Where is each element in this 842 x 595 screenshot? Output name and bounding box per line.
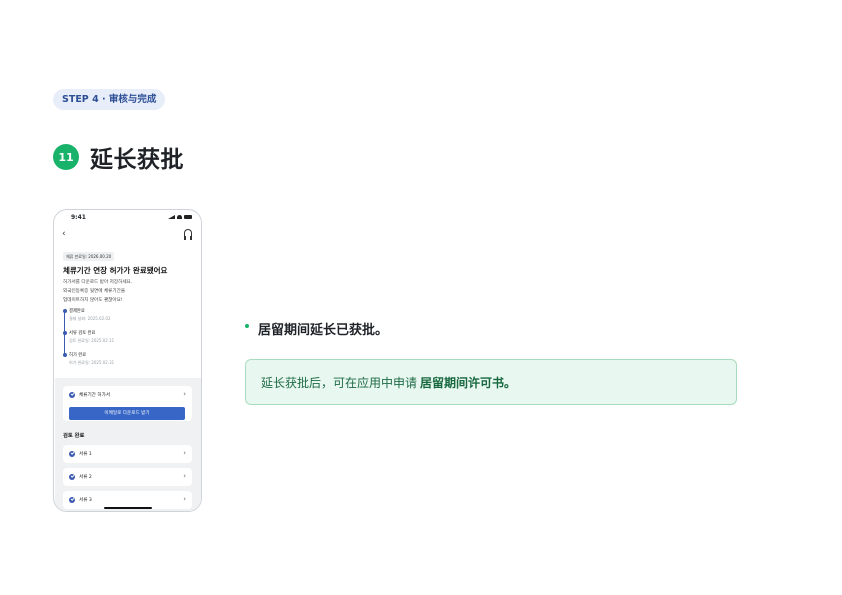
document-row[interactable]: 서류 2 › xyxy=(63,468,192,486)
headset-icon[interactable] xyxy=(184,229,192,240)
timeline-label: 결제완료 xyxy=(69,309,85,314)
permit-card[interactable]: 체류기간 허가서 › 이메일로 다운로드 받기 xyxy=(63,386,192,421)
wifi-icon xyxy=(177,215,182,219)
desc-line: 외국인등록증 뒷면에 체류기간을 xyxy=(63,289,126,294)
chevron-right-icon: › xyxy=(183,390,186,398)
email-download-button[interactable]: 이메일로 다운로드 받기 xyxy=(69,407,185,420)
info-callout: 延长获批后，可在应用中申请 居留期间许可书。 xyxy=(245,359,737,405)
bullet-point: 居留期间延长已获批。 xyxy=(245,320,389,338)
expiry-date-chip: 체류 만료일: 2026.00.20 xyxy=(63,252,115,261)
timeline-label: 서류 검토 완료 xyxy=(69,331,96,336)
document-row[interactable]: 서류 1 › xyxy=(63,445,192,463)
check-icon xyxy=(69,451,75,457)
check-icon xyxy=(69,474,75,480)
home-indicator xyxy=(104,507,152,509)
document-label: 서류 1 xyxy=(79,452,92,457)
timeline-date: 결제 날짜: 2025.02.02 xyxy=(69,316,111,321)
bullet-text: 居留期间延长已获批。 xyxy=(258,322,389,338)
section-number-badge: 11 xyxy=(53,144,79,170)
section-title-row: 11 延长获批 xyxy=(53,143,184,173)
info-highlight: 居留期间许可书。 xyxy=(420,375,517,390)
permit-card-label: 체류기간 허가서 xyxy=(79,393,111,398)
check-icon xyxy=(69,497,75,503)
phone-heading: 체류기간 연장 허가가 완료됐어요 xyxy=(63,266,168,275)
info-text: 延长获批后，可在应用中申请 xyxy=(261,375,418,390)
back-arrow-icon[interactable]: ‹ xyxy=(62,229,66,239)
section-title: 延长获批 xyxy=(90,147,184,173)
document-label: 서류 2 xyxy=(79,475,92,480)
status-icons xyxy=(168,215,192,219)
document-label: 서류 3 xyxy=(79,498,92,503)
review-section-label: 검토 완료 xyxy=(63,433,85,439)
status-time: 9:41 xyxy=(71,214,86,221)
chevron-right-icon: › xyxy=(183,449,186,457)
desc-line: 업데이트하지 않아도 괜찮아요! xyxy=(63,298,123,303)
timeline-date: 검토 완료일: 2025.02.11 xyxy=(69,338,115,343)
chevron-right-icon: › xyxy=(183,495,186,503)
step-badge: STEP 4 · 审核与完成 xyxy=(53,89,166,110)
timeline-date: 허가 완료일: 2025.02.31 xyxy=(69,360,115,365)
phone-mockup: 9:41 ‹ 체류 만료일: 2026.00.20 체류기간 연장 허가가 완료… xyxy=(53,209,202,512)
status-bar: 9:41 xyxy=(54,214,201,224)
phone-description: 허가서를 다운로드 받아 저장하세요. 외국인등록증 뒷면에 체류기간을 업데이… xyxy=(63,278,132,305)
check-icon xyxy=(69,392,75,398)
bullet-dot xyxy=(245,323,249,328)
battery-icon xyxy=(184,215,192,219)
timeline-dot xyxy=(62,331,67,335)
signal-icon xyxy=(168,215,175,219)
timeline-dot xyxy=(62,309,67,313)
timeline-label: 허가 완료 xyxy=(69,353,87,358)
progress-timeline: 결제완료 결제 날짜: 2025.02.02 서류 검토 완료 검토 완료일: … xyxy=(62,308,184,368)
desc-line: 허가서를 다운로드 받아 저장하세요. xyxy=(63,280,133,285)
chevron-right-icon: › xyxy=(183,472,186,480)
timeline-dot xyxy=(62,353,67,357)
